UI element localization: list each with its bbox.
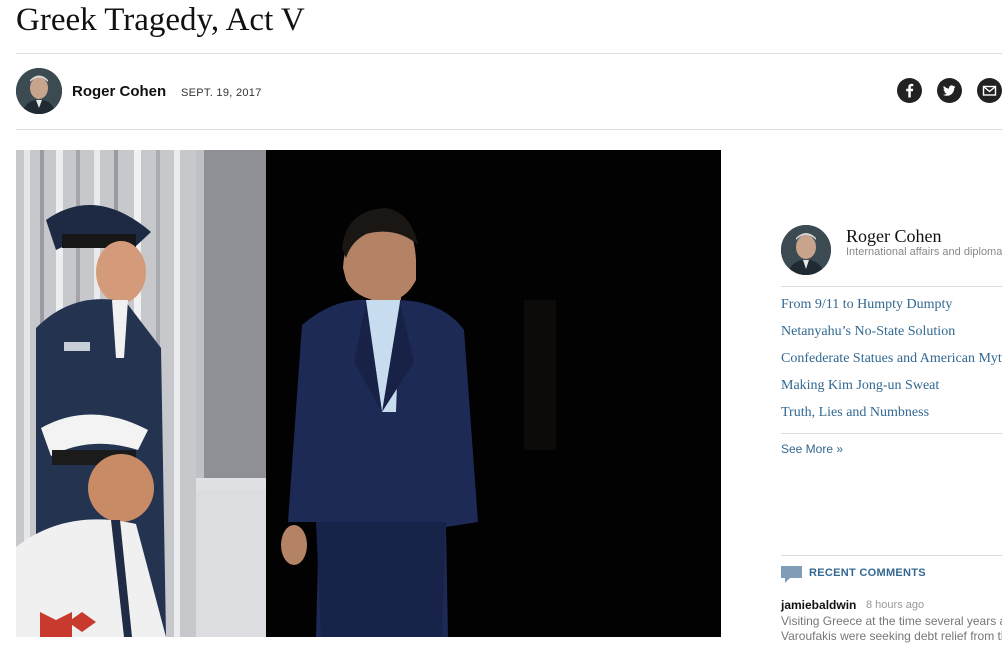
byline-author-link[interactable]: Roger Cohen bbox=[72, 83, 166, 100]
share-facebook-button[interactable] bbox=[897, 78, 922, 103]
column-link[interactable]: From 9/11 to Humpty Dumpty bbox=[781, 297, 1002, 324]
column-link[interactable]: Confederate Statues and American Myth bbox=[781, 351, 1002, 378]
see-more-link[interactable]: See More » bbox=[781, 442, 843, 456]
email-icon bbox=[982, 85, 997, 96]
header-divider bbox=[16, 53, 1002, 54]
comment-timestamp: 8 hours ago bbox=[866, 599, 925, 611]
share-twitter-button[interactable] bbox=[937, 78, 962, 103]
publish-date: SEPT. 19, 2017 bbox=[181, 87, 262, 99]
more-columns-list: From 9/11 to Humpty Dumpty Netanyahu’s N… bbox=[781, 297, 1002, 432]
article-headline: Greek Tragedy, Act V bbox=[16, 2, 305, 38]
author-portrait-image bbox=[16, 68, 62, 114]
author-portrait-image bbox=[781, 225, 831, 275]
comment-username[interactable]: jamiebaldwin bbox=[781, 598, 856, 612]
speech-bubble-icon bbox=[781, 566, 802, 583]
article-lead-photo[interactable] bbox=[16, 150, 721, 637]
sidebar-divider bbox=[781, 286, 1002, 287]
sidebar-divider bbox=[781, 433, 1002, 434]
comment-line: Visiting Greece at the time several year… bbox=[781, 614, 1002, 628]
sidebar-author-description: International affairs and diplomacy bbox=[846, 246, 1002, 258]
column-link[interactable]: Truth, Lies and Numbness bbox=[781, 405, 1002, 432]
twitter-icon bbox=[943, 85, 956, 96]
comment-line: Varoufakis were seeking debt relief from… bbox=[781, 629, 1002, 643]
share-email-button[interactable] bbox=[977, 78, 1002, 103]
column-link[interactable]: Netanyahu’s No-State Solution bbox=[781, 324, 1002, 351]
comments-divider bbox=[781, 555, 1002, 556]
column-link[interactable]: Making Kim Jong-un Sweat bbox=[781, 378, 1002, 405]
facebook-icon bbox=[906, 83, 914, 98]
lead-photo-image bbox=[16, 150, 721, 637]
comment-text[interactable]: Visiting Greece at the time several year… bbox=[781, 614, 1002, 644]
recent-comments-heading[interactable]: RECENT COMMENTS bbox=[809, 567, 926, 579]
sidebar-author-name[interactable]: Roger Cohen bbox=[846, 226, 941, 247]
author-avatar[interactable] bbox=[16, 68, 62, 114]
byline-divider bbox=[16, 129, 1002, 130]
sidebar-author-avatar[interactable] bbox=[781, 225, 831, 275]
